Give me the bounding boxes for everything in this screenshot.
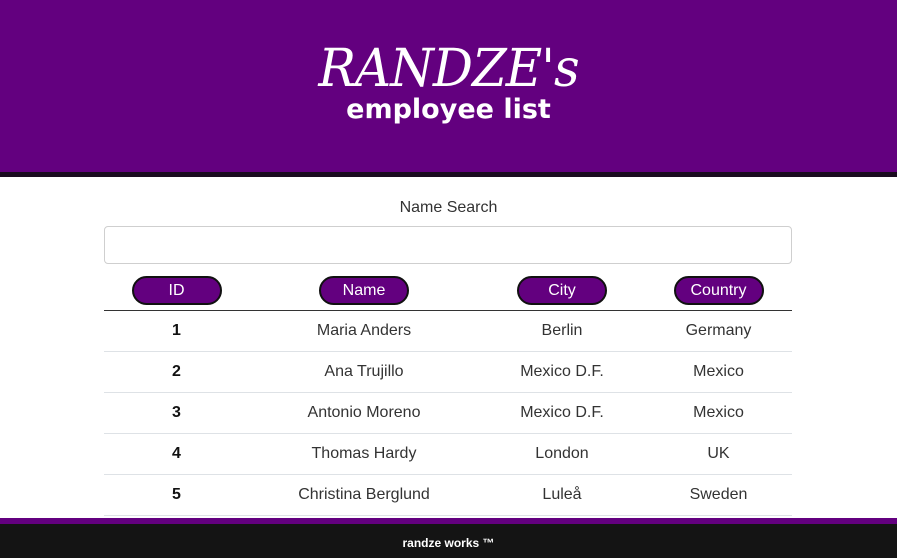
cell-country: UK xyxy=(707,445,730,462)
footer-text: randze works ™ xyxy=(402,536,495,550)
search-input[interactable] xyxy=(104,226,792,264)
table-header: ID Name City Country xyxy=(104,270,792,311)
cell-id: 5 xyxy=(172,486,181,503)
cell-city: London xyxy=(535,445,589,462)
cell-country: Germany xyxy=(685,322,752,339)
logo-subtitle: employee list xyxy=(346,94,551,125)
sort-country-button[interactable]: Country xyxy=(673,275,764,305)
cell-name: Ana Trujillo xyxy=(324,363,404,380)
page-header: RANDZE's employee list xyxy=(0,0,897,172)
cell-name: Christina Berglund xyxy=(298,486,430,503)
sort-city-button[interactable]: City xyxy=(517,275,607,305)
cell-name: Thomas Hardy xyxy=(311,445,417,462)
table-row: 5 Christina Berglund Luleå Sweden xyxy=(104,475,792,516)
cell-city: Luleå xyxy=(542,486,582,503)
cell-country: Mexico xyxy=(693,404,744,421)
cell-id: 2 xyxy=(172,363,181,380)
cell-country: Mexico xyxy=(693,363,744,380)
cell-id: 1 xyxy=(172,322,181,339)
cell-city: Berlin xyxy=(541,322,583,339)
sort-id-button[interactable]: ID xyxy=(131,275,222,305)
sort-name-button[interactable]: Name xyxy=(319,275,409,305)
logo-title: RANDZE's xyxy=(318,37,579,99)
cell-id: 3 xyxy=(172,404,181,421)
page-footer: randze works ™ xyxy=(0,524,897,558)
cell-country: Sweden xyxy=(689,486,748,503)
cell-id: 4 xyxy=(172,445,181,462)
cell-city: Mexico D.F. xyxy=(520,363,604,380)
header-divider xyxy=(0,172,897,177)
employee-table: ID Name City Country 1 Maria Anders Berl… xyxy=(104,270,792,516)
table-row: 2 Ana Trujillo Mexico D.F. Mexico xyxy=(104,352,792,393)
cell-city: Mexico D.F. xyxy=(520,404,604,421)
cell-name: Maria Anders xyxy=(316,322,412,339)
table-row: 1 Maria Anders Berlin Germany xyxy=(104,311,792,352)
table-row: 4 Thomas Hardy London UK xyxy=(104,434,792,475)
cell-name: Antonio Moreno xyxy=(307,404,421,421)
table-row: 3 Antonio Moreno Mexico D.F. Mexico xyxy=(104,393,792,434)
search-label: Name Search xyxy=(399,199,498,216)
